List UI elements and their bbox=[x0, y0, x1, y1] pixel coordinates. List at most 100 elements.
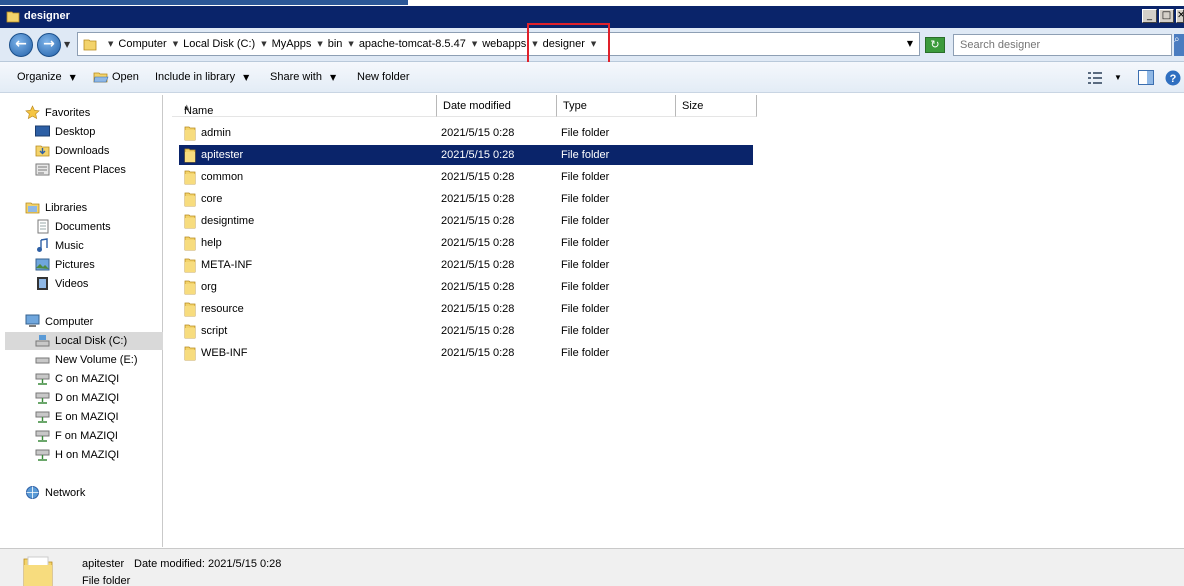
file-date: 2021/5/15 0:28 bbox=[441, 193, 515, 205]
nav-videos[interactable]: Videos bbox=[5, 275, 163, 293]
breadcrumb-item[interactable]: webapps bbox=[482, 38, 526, 50]
file-row[interactable]: resource 2021/5/15 0:28 File folder bbox=[179, 299, 753, 319]
file-list: Name ▲ Date modified Type Size admin 2021/… bbox=[164, 95, 1184, 547]
nav-favorites[interactable]: Favorites bbox=[5, 104, 163, 122]
breadcrumb-separator-icon[interactable]: ▼ bbox=[173, 40, 178, 48]
file-row[interactable]: designtime 2021/5/15 0:28 File folder bbox=[179, 211, 753, 231]
refresh-icon[interactable]: ↻ bbox=[925, 37, 945, 53]
network-drive-icon bbox=[35, 449, 50, 461]
breadcrumb-item[interactable]: Computer bbox=[118, 38, 166, 50]
views-dropdown-icon[interactable]: ▼ bbox=[1114, 73, 1122, 82]
libraries-icon bbox=[25, 202, 40, 214]
nav-c-on-maziqi[interactable]: C on MAZIQI bbox=[5, 370, 163, 388]
breadcrumb-separator-icon[interactable]: ▼ bbox=[261, 40, 266, 48]
chevron-down-icon: ▼ bbox=[69, 73, 76, 82]
breadcrumb-separator-icon[interactable]: ▼ bbox=[317, 40, 322, 48]
breadcrumb-item[interactable]: MyApps bbox=[272, 38, 312, 50]
breadcrumb-item[interactable]: apache-tomcat-8.5.47 bbox=[359, 38, 466, 50]
file-row[interactable]: script 2021/5/15 0:28 File folder bbox=[179, 321, 753, 341]
nav-computer[interactable]: Computer bbox=[5, 313, 163, 331]
file-name: org bbox=[201, 281, 217, 293]
file-name: designtime bbox=[201, 215, 255, 227]
column-name-text: Name bbox=[184, 105, 214, 117]
network-drive-icon bbox=[35, 430, 50, 442]
file-date: 2021/5/15 0:28 bbox=[441, 259, 515, 271]
window-title: designer bbox=[24, 10, 70, 22]
file-type: File folder bbox=[561, 149, 610, 161]
file-row[interactable]: help 2021/5/15 0:28 File folder bbox=[179, 233, 753, 253]
nav-desktop[interactable]: Desktop bbox=[5, 123, 163, 141]
share-with-button[interactable]: Share with ▼ bbox=[270, 71, 336, 83]
nav-f-on-maziqi[interactable]: F on MAZIQI bbox=[5, 427, 163, 445]
file-row[interactable]: admin 2021/5/15 0:28 File folder bbox=[179, 123, 753, 143]
nav-label: Downloads bbox=[55, 145, 110, 157]
command-bar: Organize ▼ Open Include in library ▼ Share… bbox=[0, 62, 1184, 93]
network-drive-icon bbox=[35, 411, 50, 423]
nav-e-on-maziqi[interactable]: E on MAZIQI bbox=[5, 408, 163, 426]
search-box[interactable] bbox=[953, 34, 1172, 56]
address-bar[interactable]: ▼ Computer ▼ Local Disk (C:) ▼ MyApps ▼ bin ▼ apa… bbox=[77, 32, 920, 56]
column-header-date[interactable]: Date modified bbox=[437, 95, 557, 117]
file-row[interactable]: apitester 2021/5/15 0:28 File folder bbox=[179, 145, 753, 165]
breadcrumb-item[interactable]: bin bbox=[328, 38, 343, 50]
nav-label: New Volume (E:) bbox=[55, 354, 138, 366]
search-icon[interactable]: ⌕ bbox=[1174, 34, 1184, 56]
minimize-button[interactable]: _ bbox=[1142, 9, 1157, 23]
nav-recent-places[interactable]: Recent Places bbox=[5, 161, 163, 179]
folder-icon bbox=[184, 126, 196, 141]
open-button[interactable]: Open bbox=[112, 71, 139, 83]
organize-button[interactable]: Organize ▼ bbox=[17, 71, 76, 83]
star-icon bbox=[25, 105, 40, 120]
nav-documents[interactable]: Documents bbox=[5, 218, 163, 236]
nav-local-disk-c[interactable]: Local Disk (C:) bbox=[5, 332, 163, 350]
forward-arrow-icon[interactable]: → bbox=[37, 33, 61, 57]
nav-network[interactable]: Network bbox=[5, 484, 163, 502]
column-header-type[interactable]: Type bbox=[557, 95, 676, 117]
network-drive-icon bbox=[35, 392, 50, 404]
file-row[interactable]: common 2021/5/15 0:28 File folder bbox=[179, 167, 753, 187]
recent-places-icon bbox=[35, 163, 50, 176]
nav-pictures[interactable]: Pictures bbox=[5, 256, 163, 274]
file-date: 2021/5/15 0:28 bbox=[441, 237, 515, 249]
views-icon[interactable] bbox=[1088, 72, 1102, 84]
drive-icon bbox=[35, 357, 50, 364]
column-label: Name ▲ bbox=[178, 100, 213, 117]
address-dropdown-icon[interactable]: ▼ bbox=[907, 39, 913, 48]
close-button[interactable]: ✕ bbox=[1176, 9, 1184, 23]
nav-label: Documents bbox=[55, 221, 111, 233]
maximize-button[interactable]: □ bbox=[1159, 9, 1174, 23]
nav-new-volume-e[interactable]: New Volume (E:) bbox=[5, 351, 163, 369]
file-row[interactable]: META-INF 2021/5/15 0:28 File folder bbox=[179, 255, 753, 275]
nav-label: Recent Places bbox=[55, 164, 126, 176]
folder-icon bbox=[184, 302, 196, 317]
breadcrumb-separator-icon[interactable]: ▼ bbox=[108, 40, 113, 48]
file-row[interactable]: core 2021/5/15 0:28 File folder bbox=[179, 189, 753, 209]
folder-icon bbox=[184, 258, 196, 273]
open-folder-icon bbox=[93, 72, 109, 83]
preview-pane-icon[interactable] bbox=[1138, 70, 1154, 85]
folder-icon bbox=[184, 192, 196, 207]
column-header-size[interactable]: Size bbox=[676, 95, 757, 117]
nav-music[interactable]: Music bbox=[5, 237, 163, 255]
nav-h-on-maziqi[interactable]: H on MAZIQI bbox=[5, 446, 163, 464]
nav-downloads[interactable]: Downloads bbox=[5, 142, 163, 160]
nav-libraries[interactable]: Libraries bbox=[5, 199, 163, 217]
file-date: 2021/5/15 0:28 bbox=[441, 215, 515, 227]
nav-d-on-maziqi[interactable]: D on MAZIQI bbox=[5, 389, 163, 407]
include-in-library-button[interactable]: Include in library ▼ bbox=[155, 71, 249, 83]
details-type: File folder bbox=[82, 575, 131, 586]
search-input[interactable] bbox=[954, 35, 1171, 55]
new-folder-button[interactable]: New folder bbox=[357, 71, 410, 83]
file-row[interactable]: org 2021/5/15 0:28 File folder bbox=[179, 277, 753, 297]
back-arrow-icon[interactable]: ← bbox=[9, 33, 33, 57]
recent-pages-dropdown-icon[interactable]: ▼ bbox=[64, 40, 70, 49]
file-row[interactable]: WEB-INF 2021/5/15 0:28 File folder bbox=[179, 343, 753, 363]
column-header-name[interactable]: Name ▲ bbox=[172, 95, 437, 117]
nav-label: Desktop bbox=[55, 126, 96, 138]
help-icon[interactable]: ? bbox=[1165, 70, 1181, 86]
breadcrumb-item[interactable]: Local Disk (C:) bbox=[183, 38, 255, 50]
breadcrumb-separator-icon[interactable]: ▼ bbox=[348, 40, 353, 48]
folder-icon bbox=[184, 170, 196, 185]
nav-label: H on MAZIQI bbox=[55, 449, 120, 461]
breadcrumb-separator-icon[interactable]: ▼ bbox=[472, 40, 477, 48]
